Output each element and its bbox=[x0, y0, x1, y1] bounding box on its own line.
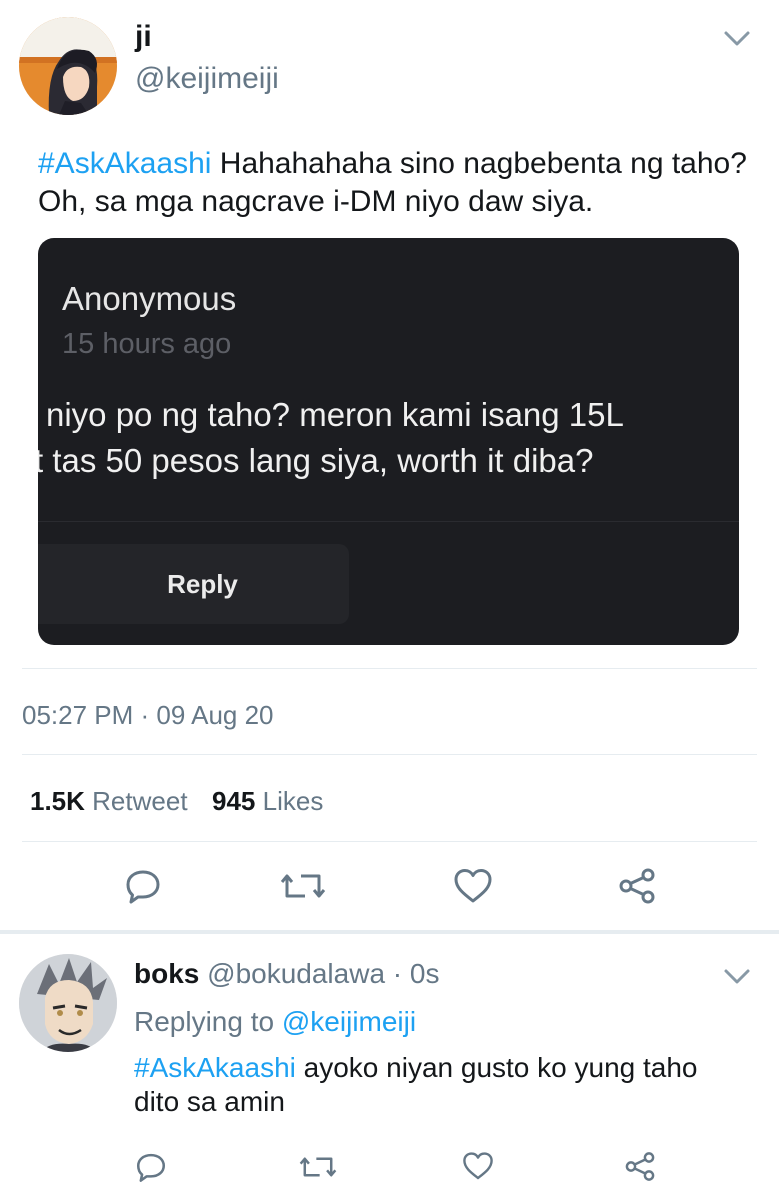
divider bbox=[22, 841, 757, 842]
chevron-down-icon[interactable] bbox=[722, 28, 752, 50]
like-icon[interactable] bbox=[452, 866, 494, 906]
card-author: Anonymous bbox=[62, 280, 237, 317]
retweets-stat[interactable]: 1.5K Retweet bbox=[30, 786, 188, 816]
replying-to-label: Replying to bbox=[134, 1006, 282, 1037]
replying-to-handle[interactable]: @keijimeiji bbox=[282, 1006, 416, 1037]
reply-author-avatar[interactable] bbox=[19, 954, 117, 1052]
section-divider bbox=[0, 930, 779, 934]
reply-hashtag-link[interactable]: #AskAkaashi bbox=[134, 1052, 296, 1083]
retweets-count: 1.5K bbox=[30, 786, 85, 816]
embedded-image-card[interactable]: Anonymous 15 hours ago niyo po ng taho? … bbox=[38, 238, 739, 645]
like-icon[interactable] bbox=[461, 1150, 495, 1182]
divider bbox=[22, 668, 757, 669]
reply-header: boks @bokudalawa · 0s bbox=[134, 958, 439, 990]
tweet-stats: 1.5K Retweet 945 Likes bbox=[30, 786, 323, 817]
author-display-name[interactable]: ji bbox=[135, 20, 152, 54]
card-message-line-1: niyo po ng taho? meron kami isang 15L bbox=[46, 396, 624, 433]
tweet-timestamp[interactable]: 05:27 PM · 09 Aug 20 bbox=[22, 700, 274, 731]
chevron-down-icon[interactable] bbox=[722, 966, 752, 988]
reply-icon[interactable] bbox=[123, 866, 163, 906]
reply-icon[interactable] bbox=[134, 1150, 168, 1184]
likes-count: 945 bbox=[212, 786, 256, 816]
author-handle[interactable]: @keijimeiji bbox=[135, 62, 279, 96]
card-divider bbox=[38, 521, 739, 522]
author-avatar[interactable] bbox=[19, 17, 117, 115]
share-icon[interactable] bbox=[615, 866, 659, 906]
card-reply-button: Reply bbox=[38, 544, 349, 624]
reply-display-name[interactable]: boks bbox=[134, 958, 199, 989]
card-message-line-2: t tas 50 pesos lang siya, worth it diba? bbox=[38, 442, 594, 479]
replying-to: Replying to @keijimeiji bbox=[134, 1006, 416, 1038]
tweet-text: #AskAkaashi Hahahahaha sino nagbebenta n… bbox=[38, 145, 748, 221]
divider bbox=[22, 754, 757, 755]
hashtag-link[interactable]: #AskAkaashi bbox=[38, 147, 211, 180]
retweet-icon[interactable] bbox=[299, 1152, 337, 1182]
retweets-label: Retweet bbox=[92, 786, 188, 816]
reply-text: #AskAkaashi ayoko niyan gusto ko yung ta… bbox=[134, 1051, 734, 1119]
likes-label: Likes bbox=[262, 786, 324, 816]
card-time: 15 hours ago bbox=[62, 328, 232, 360]
reply-handle[interactable]: @bokudalawa bbox=[207, 958, 385, 989]
likes-stat[interactable]: 945 Likes bbox=[212, 786, 323, 816]
retweet-icon[interactable] bbox=[280, 868, 326, 904]
share-icon[interactable] bbox=[622, 1150, 658, 1183]
reply-time: · 0s bbox=[392, 958, 440, 989]
